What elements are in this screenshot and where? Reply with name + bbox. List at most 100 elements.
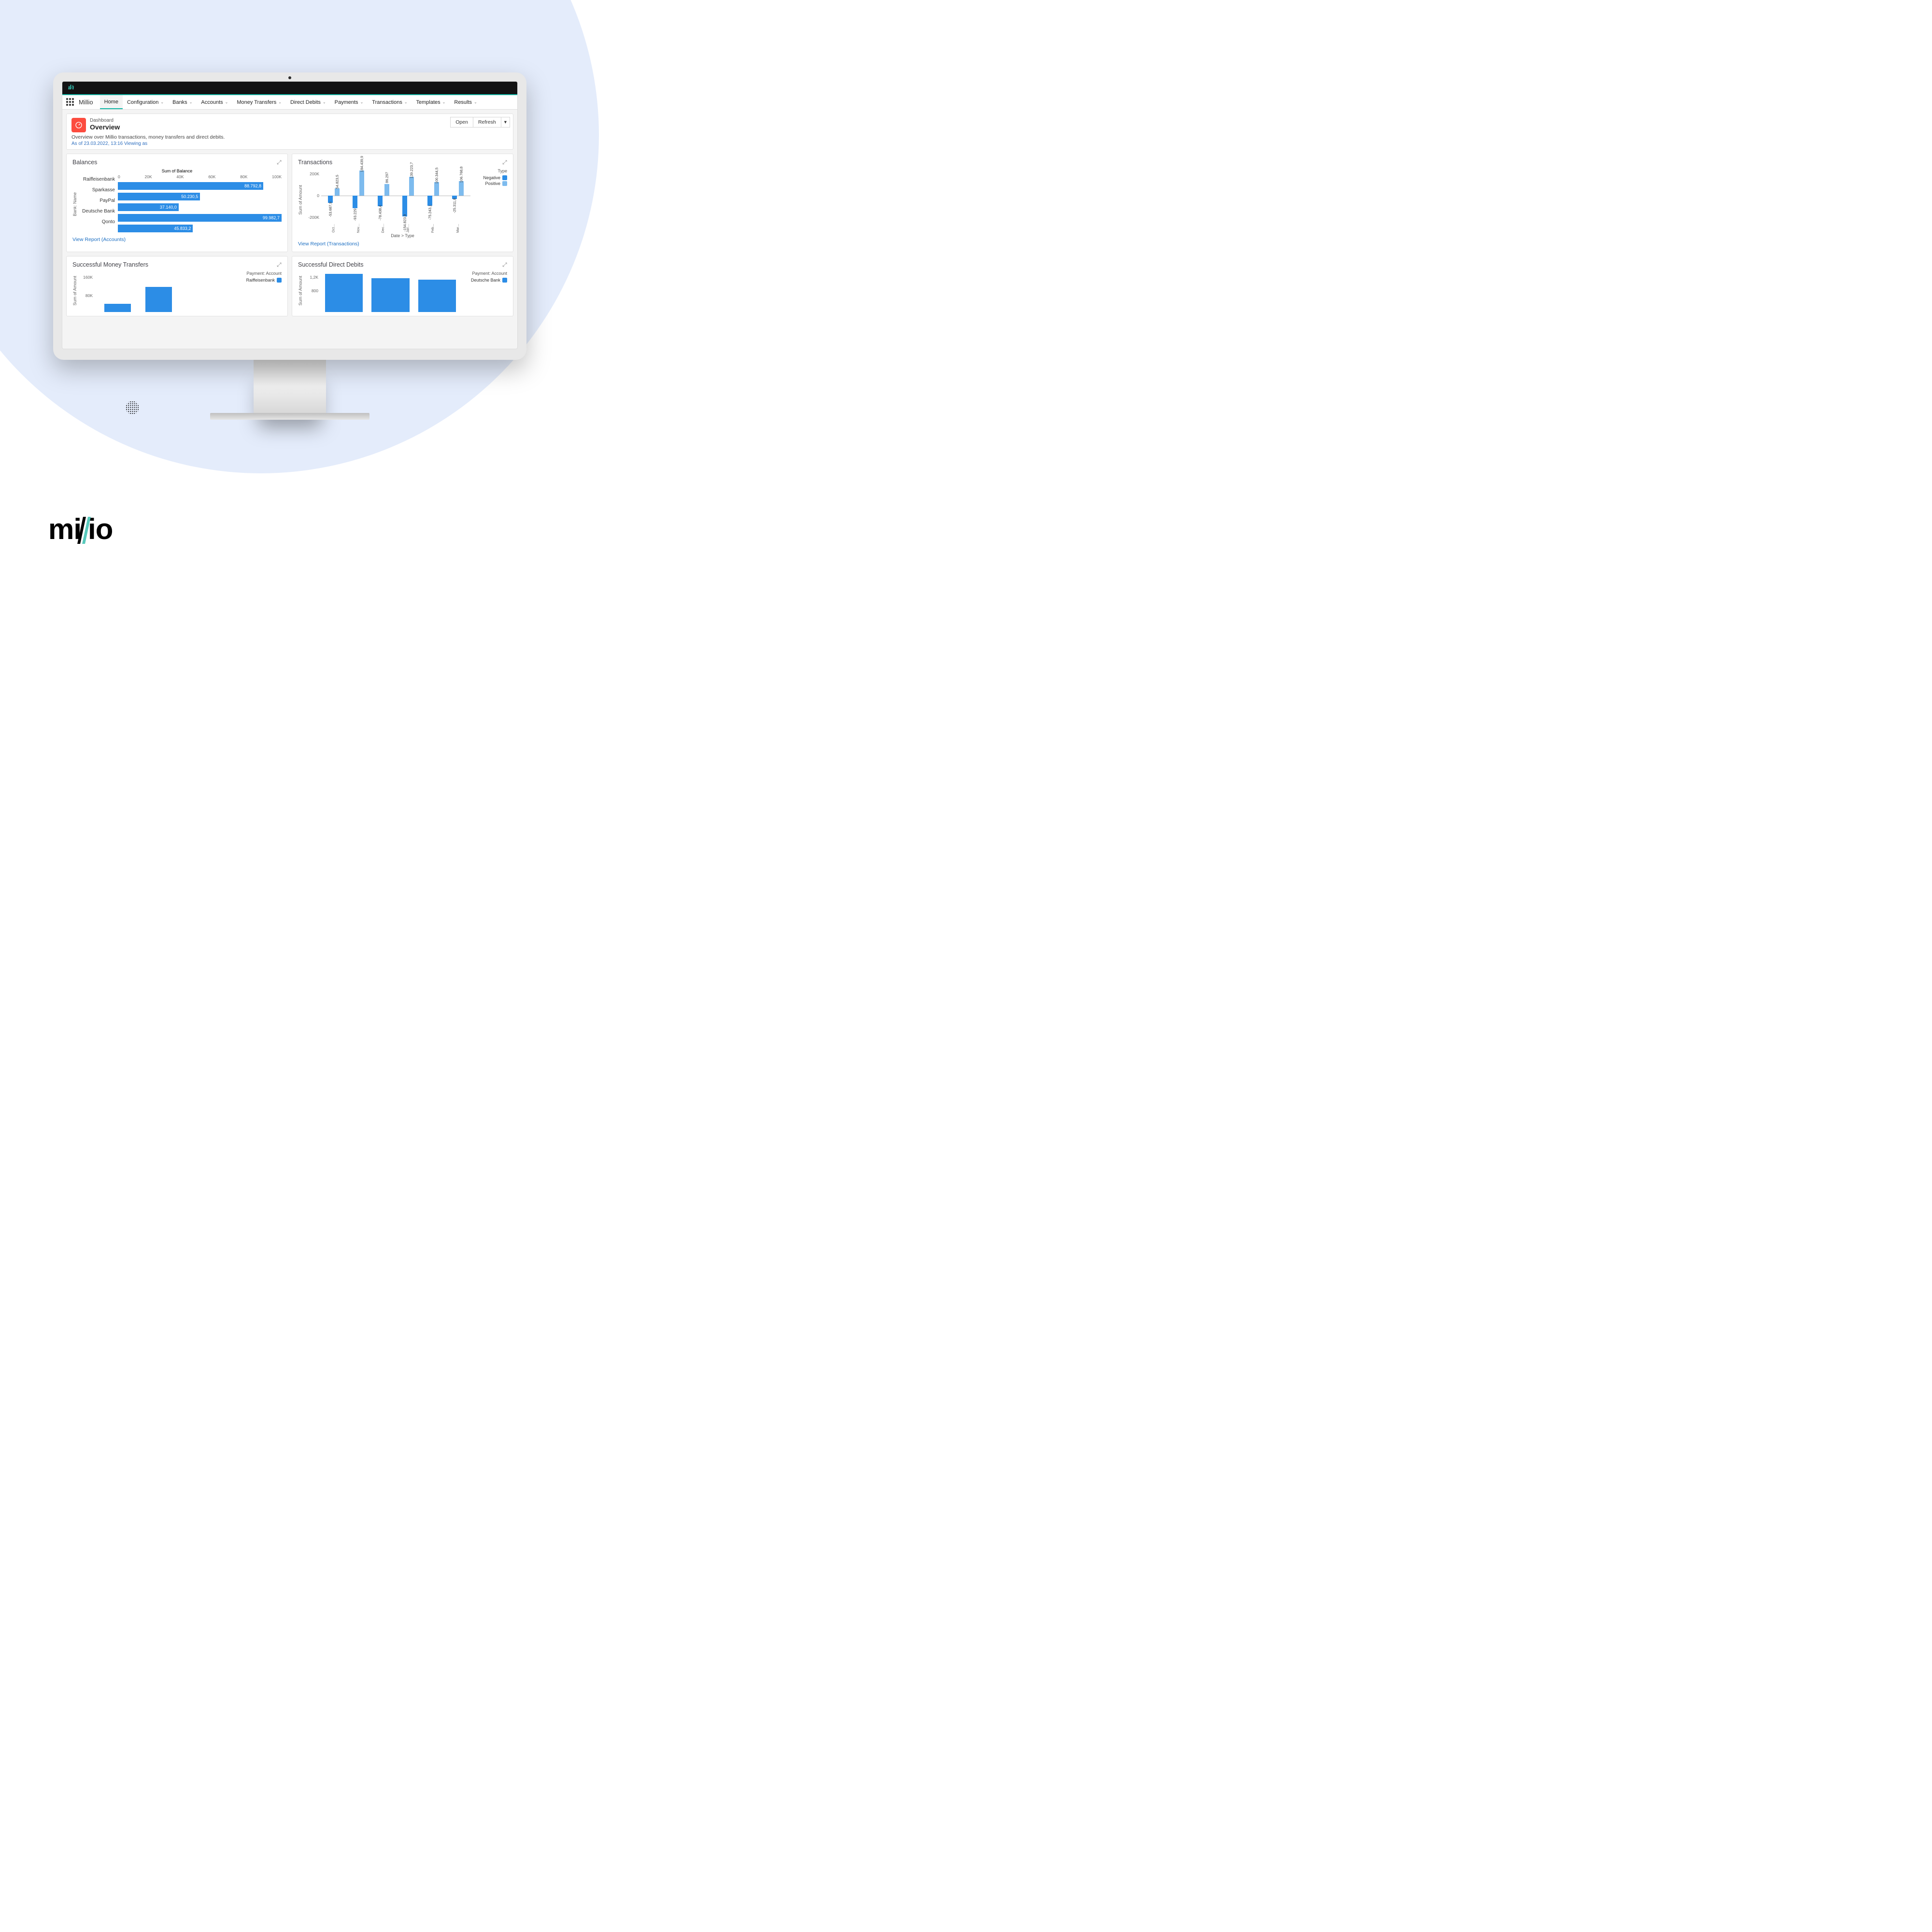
x-group-label: Feb… xyxy=(421,223,446,231)
bar-group: -93.229 184.439,9 xyxy=(346,169,371,223)
main-nav: Millio HomeConfiguration⌄Banks⌄Accounts⌄… xyxy=(62,95,517,110)
x-group-label: Jan… xyxy=(396,223,421,231)
bar-value-label: 45.833,2 xyxy=(174,226,191,231)
nav-item-direct-debits[interactable]: Direct Debits⌄ xyxy=(286,95,330,109)
x-tick: 100K xyxy=(272,174,282,179)
view-report-transactions-link[interactable]: View Report (Transactions) xyxy=(298,241,359,247)
bar: -154.823,9 xyxy=(402,196,407,216)
nav-item-money-transfers[interactable]: Money Transfers⌄ xyxy=(232,95,286,109)
money-transfers-card: Successful Money Transfers Sum of Amount… xyxy=(66,256,288,316)
y-tick: 200K xyxy=(310,171,319,176)
nav-item-results[interactable]: Results⌄ xyxy=(450,95,481,109)
expand-icon[interactable] xyxy=(502,260,509,267)
page-header-card: Dashboard Overview Overview over Millio … xyxy=(66,114,513,150)
y-tick: -200K xyxy=(308,215,319,220)
app-launcher-icon[interactable] xyxy=(66,98,75,107)
chevron-down-icon: ⌄ xyxy=(278,100,282,104)
bar xyxy=(104,304,131,312)
bar: 139.223,7 xyxy=(409,177,414,196)
bar-group: -154.823,9139.223,7 xyxy=(396,169,421,223)
bar-value-label: 106.768,8 xyxy=(459,167,464,183)
sdd-y-title: Sum of Amount xyxy=(298,276,303,306)
bar-value-label: 37.140,0 xyxy=(160,205,177,210)
x-tick: 40K xyxy=(176,174,184,179)
chevron-down-icon: ⌄ xyxy=(404,100,408,104)
x-tick: 60K xyxy=(208,174,215,179)
bar: 54.823,5 xyxy=(335,188,340,196)
bar-value-label: 99.982,7 xyxy=(263,215,280,220)
swatch-icon xyxy=(502,175,507,180)
expand-icon[interactable] xyxy=(277,158,284,165)
nav-item-templates[interactable]: Templates⌄ xyxy=(412,95,450,109)
bar-value-label: 50.230,5 xyxy=(181,194,198,199)
bar: 184.439,9 xyxy=(359,170,364,196)
bar-value-label: 100.344,5 xyxy=(434,168,439,184)
x-group-label: Oct… xyxy=(321,223,346,231)
bar xyxy=(145,287,172,312)
bar-value-label: -93.229 xyxy=(353,209,357,221)
y-tick: 800 xyxy=(312,288,318,293)
swatch-icon xyxy=(502,278,507,283)
bar: -78.438,4 xyxy=(378,196,383,206)
legend-title: Payment: Account xyxy=(459,271,507,276)
y-tick: 1,2K xyxy=(310,275,319,280)
refresh-button[interactable]: Refresh xyxy=(473,117,501,128)
bar: 86.297 xyxy=(384,184,389,196)
bar-row: 37.140,0 xyxy=(118,202,282,213)
open-button[interactable]: Open xyxy=(450,117,473,128)
bar: 45.833,2 xyxy=(118,225,193,232)
bar-value-label: 54.823,5 xyxy=(335,175,339,189)
nav-item-transactions[interactable]: Transactions⌄ xyxy=(368,95,412,109)
bar-value-label: -78.438,4 xyxy=(378,205,382,221)
bar-row: 99.982,7 xyxy=(118,213,282,223)
page-description: Overview over Millio transactions, money… xyxy=(71,134,508,140)
chevron-down-icon: ⌄ xyxy=(225,100,228,104)
expand-icon[interactable] xyxy=(277,260,284,267)
swatch-icon xyxy=(502,181,507,186)
legend-item: Deutsche Bank xyxy=(459,278,507,283)
category-label: Qonto xyxy=(79,217,115,227)
balances-x-title: Sum of Balance xyxy=(72,169,282,173)
transactions-card: Transactions Sum of Amount 200K 0 -200K xyxy=(292,154,513,252)
nav-item-home[interactable]: Home xyxy=(100,95,123,109)
bar-value-label: -75.243,1 xyxy=(427,205,432,220)
bar: -53.687,9 xyxy=(328,196,333,203)
nav-item-configuration[interactable]: Configuration⌄ xyxy=(123,95,168,109)
as-of-timestamp: As of 23.03.2022, 13:16 Viewing as xyxy=(71,141,508,146)
transactions-title: Transactions xyxy=(298,159,507,166)
category-label: Sparkasse xyxy=(79,185,115,196)
x-group-label: Mar… xyxy=(446,223,471,231)
bar-value-label: 139.223,7 xyxy=(410,162,414,178)
category-label: Deutsche Bank xyxy=(79,206,115,217)
view-report-accounts-link[interactable]: View Report (Accounts) xyxy=(72,237,126,242)
bar-group: -78.438,486.297 xyxy=(371,169,396,223)
chevron-down-icon: ⌄ xyxy=(360,100,364,104)
bar xyxy=(418,280,456,312)
y-tick: 0 xyxy=(317,193,319,198)
nav-item-payments[interactable]: Payments⌄ xyxy=(330,95,368,109)
x-tick: 0 xyxy=(118,174,120,179)
camera-dot xyxy=(288,76,291,79)
app-top-bar: ıl/ı xyxy=(62,82,517,94)
bar: 100.344,5 xyxy=(434,182,439,196)
x-group-label: Dec… xyxy=(371,223,396,231)
device-mockup: ıl/ı Millio HomeConfiguration⌄Banks⌄Acco… xyxy=(53,72,526,420)
bar: -25.311,8 xyxy=(452,196,457,199)
page-title: Overview xyxy=(90,123,120,131)
bar: 99.982,7 xyxy=(118,214,282,222)
x-tick: 20K xyxy=(145,174,152,179)
dashboard-gauge-icon xyxy=(71,118,86,132)
bar xyxy=(371,278,409,312)
bar-value-label: 184.439,9 xyxy=(360,156,364,172)
header-more-dropdown[interactable]: ▾ xyxy=(501,117,510,128)
balances-y-title: Bank: Name xyxy=(72,192,77,216)
balances-title: Balances xyxy=(72,159,282,166)
nav-item-banks[interactable]: Banks⌄ xyxy=(168,95,197,109)
bar-row: 88.792,8 xyxy=(118,181,282,191)
chevron-down-icon: ⌄ xyxy=(323,100,326,104)
expand-icon[interactable] xyxy=(502,158,509,165)
x-tick: 80K xyxy=(240,174,247,179)
transactions-x-title: Date > Type xyxy=(298,233,507,238)
bar: -75.243,1 xyxy=(427,196,432,206)
nav-item-accounts[interactable]: Accounts⌄ xyxy=(197,95,232,109)
